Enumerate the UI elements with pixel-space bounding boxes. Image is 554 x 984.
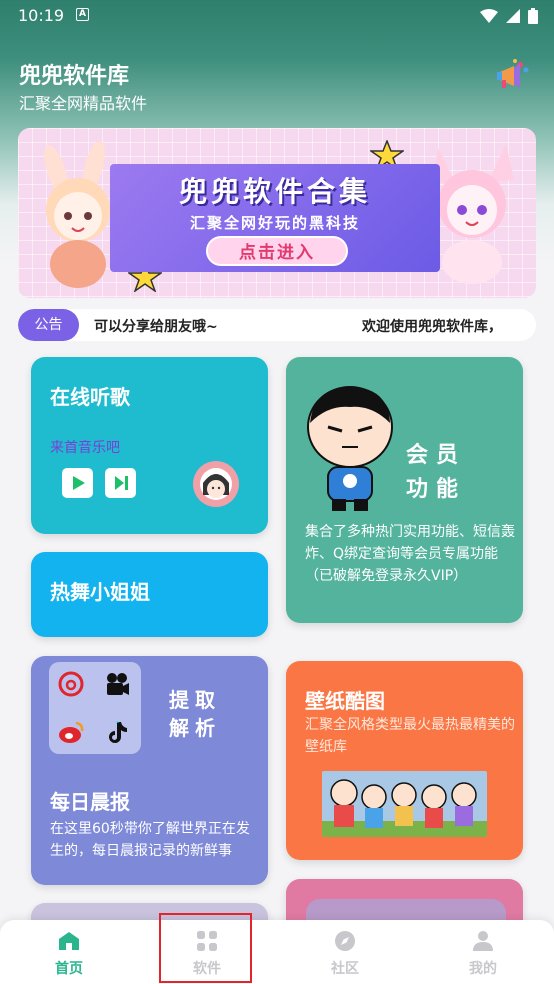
nav-item-mine[interactable]: 我的	[414, 920, 552, 984]
music-title: 在线听歌	[50, 385, 130, 409]
dance-title: 热舞小姐姐	[50, 580, 150, 604]
next-button[interactable]	[105, 468, 136, 498]
bottom-navigation: 首页 软件 社区 我的	[0, 920, 554, 984]
member-card[interactable]: 会员 功能 集合了多种热门实用功能、短信轰炸、Q绑定查询等会员专属功能（已破解免…	[286, 357, 523, 623]
notice-tag: 公告	[18, 309, 79, 341]
highlight-box	[159, 913, 252, 983]
status-bar: 10:19 A	[0, 0, 554, 32]
banner-title: 兜兜软件合集	[178, 175, 371, 208]
member-title-line1: 会员	[406, 443, 467, 468]
nav-label-community: 社区	[331, 961, 359, 977]
status-time: 10:19	[18, 6, 65, 25]
compass-icon	[335, 931, 355, 951]
play-button[interactable]	[62, 468, 93, 498]
megaphone-icon[interactable]	[494, 56, 532, 94]
home-icon	[59, 932, 79, 950]
status-icons	[480, 8, 538, 24]
wallpaper-title: 壁纸酷图	[305, 689, 385, 713]
extract-news-card[interactable]: 提取 解析 每日晨报 在这里60秒带你了解世界正在发生的，每日晨报记录的新鲜事	[31, 656, 268, 885]
wifi-icon	[480, 9, 498, 23]
member-description: 集合了多种热门实用功能、短信轰炸、Q绑定查询等会员专属功能（已破解免登录永久VI…	[305, 524, 515, 584]
platform-icon-grid	[49, 662, 141, 754]
notification-a-icon: A	[76, 8, 89, 21]
dance-card[interactable]: 热舞小姐姐	[31, 552, 268, 637]
cartoon-boy-illustration	[307, 386, 393, 511]
news-description: 在这里60秒带你了解世界正在发生的，每日晨报记录的新鲜事	[50, 821, 250, 859]
nav-item-community[interactable]: 社区	[276, 920, 414, 984]
notice-text-scrolling: 欢迎使用兜兜软件库，	[362, 319, 502, 335]
banner[interactable]: 兜兜软件合集 汇聚全网好玩的黑科技 点击进入	[18, 128, 536, 298]
banner-subtitle: 汇聚全网好玩的黑科技	[189, 214, 360, 232]
video-camera-icon	[103, 670, 131, 698]
flower-girl-sticker	[193, 461, 239, 507]
banner-panel: 兜兜软件合集 汇聚全网好玩的黑科技 点击进入	[110, 164, 440, 272]
wallpaper-description: 汇聚全风格类型最火最热最精美的壁纸库	[305, 717, 515, 755]
extract-title-line1: 提取	[169, 688, 221, 712]
weibo-icon	[57, 718, 85, 746]
skip-next-icon	[114, 476, 128, 490]
person-icon	[473, 931, 493, 951]
music-card[interactable]: 在线听歌 来首音乐吧	[31, 357, 268, 534]
music-subtitle: 来首音乐吧	[50, 440, 120, 456]
extract-title-line2: 解析	[169, 716, 221, 740]
play-icon	[72, 476, 85, 490]
notice-bar[interactable]: 公告 可以分享给朋友哦~ 欢迎使用兜兜软件库，	[18, 309, 536, 341]
nav-item-home[interactable]: 首页	[0, 920, 138, 984]
nav-label-mine: 我的	[469, 961, 497, 977]
notice-text: 可以分享给朋友哦~	[94, 319, 218, 335]
battery-icon	[528, 8, 538, 24]
wallpaper-card[interactable]: 壁纸酷图 汇聚全风格类型最火最热最精美的壁纸库	[286, 661, 523, 860]
netease-music-icon	[57, 670, 85, 698]
wallpaper-preview-image	[322, 771, 487, 837]
nav-label-home: 首页	[55, 961, 83, 977]
member-title-line2: 功能	[406, 477, 467, 502]
app-title: 兜兜软件库	[19, 64, 130, 89]
signal-icon	[506, 9, 520, 23]
tiktok-icon	[103, 718, 131, 746]
news-title: 每日晨报	[50, 790, 130, 814]
app-subtitle: 汇聚全网精品软件	[19, 94, 148, 113]
enter-button[interactable]: 点击进入	[206, 236, 348, 266]
